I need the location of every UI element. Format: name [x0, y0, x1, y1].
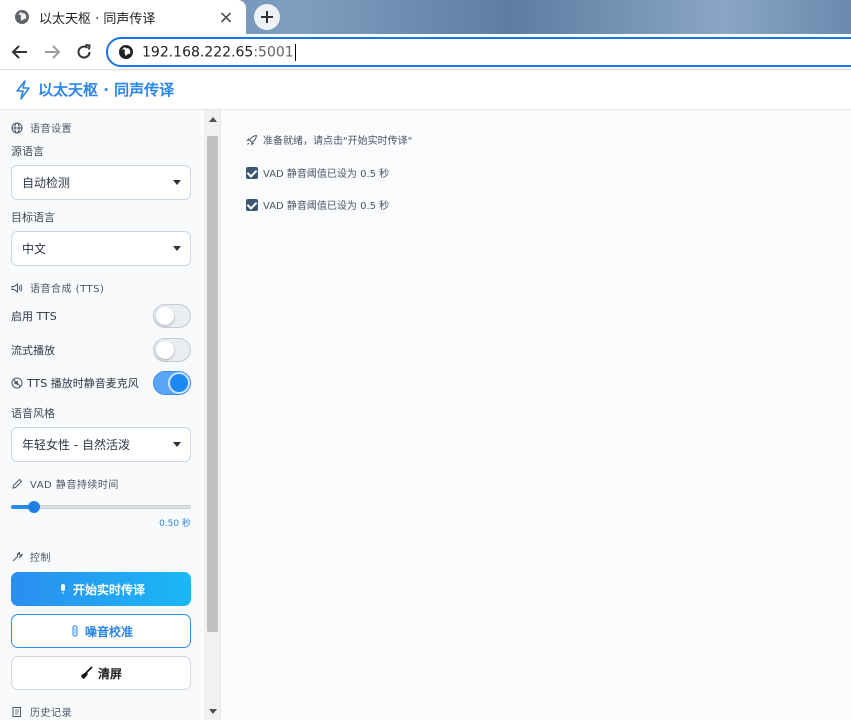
app-title: 以太天枢 · 同声传译	[38, 81, 175, 99]
mute-mic-label-wrap: TTS 播放时静音麦克风	[11, 375, 153, 391]
caret-down-icon	[173, 246, 181, 251]
rocket-icon	[246, 134, 258, 146]
status-message: 准备就绪，请点击"开始实时传译"	[246, 132, 412, 147]
reload-icon	[77, 44, 91, 59]
checkbox-checked-icon	[246, 166, 258, 179]
mute-mic-label: TTS 播放时静音麦克风	[27, 377, 139, 390]
arrow-left-icon	[11, 45, 27, 59]
globe-icon	[15, 10, 29, 24]
pencil-icon	[12, 478, 23, 489]
source-language-select[interactable]: 自动检测	[11, 165, 191, 200]
scrollbar-thumb[interactable]	[207, 136, 218, 632]
plus-icon	[261, 11, 273, 23]
vad-duration-slider[interactable]	[11, 501, 191, 513]
text-caret	[294, 43, 296, 61]
enable-tts-label: 启用 TTS	[11, 310, 57, 323]
settings-sidebar: 语音设置 源语言 自动检测 目标语言 中文 语音合成 (TTS) 启用 TTS …	[0, 110, 204, 720]
enable-tts-toggle[interactable]	[153, 304, 191, 328]
mute-icon	[11, 377, 23, 389]
thermometer-icon	[72, 625, 78, 637]
noise-calibration-button[interactable]: 噪音校准	[11, 614, 191, 648]
history-section-label: 历史记录	[30, 708, 72, 719]
transcript-panel: 准备就绪，请点击"开始实时传译" VAD 静音阈值已设为 0.5 秒 VAD 静…	[222, 110, 851, 720]
lightning-icon	[16, 79, 30, 100]
vad-section-label: VAD 静音持续时间	[30, 480, 119, 491]
browser-tab[interactable]: 以太天枢 · 同声传译 ×	[0, 0, 246, 34]
language-section-heading: 语音设置	[11, 120, 72, 135]
back-button[interactable]	[8, 40, 32, 64]
globe-icon	[11, 122, 23, 133]
log-entry: VAD 静音阈值已设为 0.5 秒	[246, 197, 389, 212]
new-tab-button[interactable]	[254, 4, 280, 30]
mute-mic-row: TTS 播放时静音麦克风	[11, 370, 191, 396]
log-entry-text: VAD 静音阈值已设为 0.5 秒	[263, 201, 390, 212]
noise-calibration-label: 噪音校准	[84, 624, 133, 639]
speaker-icon	[11, 282, 23, 293]
url-text: 192.168.222.65:5001	[142, 43, 296, 61]
stream-playback-toggle[interactable]	[153, 338, 191, 362]
scroll-up-arrow-icon[interactable]	[204, 110, 221, 127]
globe-icon	[119, 45, 133, 59]
voice-style-value: 年轻女性 - 自然活泼	[22, 438, 130, 452]
source-language-value: 自动检测	[22, 176, 71, 190]
target-language-value: 中文	[22, 242, 47, 256]
voice-style-label: 语音风格	[11, 407, 55, 420]
wrench-icon	[12, 551, 23, 561]
vad-duration-value: 0.50 秒	[159, 519, 191, 529]
control-section-label: 控制	[30, 553, 51, 564]
vad-section-heading: VAD 静音持续时间	[11, 476, 119, 491]
toggle-knob	[156, 307, 174, 325]
url-host: 192.168.222.65	[142, 44, 254, 60]
target-language-label: 目标语言	[11, 211, 55, 224]
start-interpretation-label: 开始实时传译	[72, 582, 145, 597]
browser-toolbar: 192.168.222.65:5001	[0, 34, 851, 70]
enable-tts-row: 启用 TTS	[11, 303, 191, 329]
log-entry-text: VAD 静音阈值已设为 0.5 秒	[263, 169, 390, 180]
mute-mic-toggle[interactable]	[153, 371, 191, 395]
source-language-label: 源语言	[11, 145, 44, 158]
clear-screen-button[interactable]: 清屏	[11, 656, 191, 690]
stream-playback-row: 流式播放	[11, 337, 191, 363]
tab-close-icon[interactable]: ×	[214, 5, 238, 29]
scroll-down-arrow-icon[interactable]	[204, 703, 221, 720]
tts-section-heading: 语音合成 (TTS)	[11, 280, 104, 295]
scroll-icon	[12, 706, 21, 717]
sidebar-scrollbar[interactable]	[204, 110, 221, 720]
forward-button[interactable]	[40, 40, 64, 64]
app-header: 以太天枢 · 同声传译	[0, 70, 851, 110]
arrow-right-icon	[45, 45, 61, 59]
toggle-knob	[170, 374, 188, 392]
broom-icon	[80, 666, 93, 679]
control-section-heading: 控制	[11, 549, 51, 564]
slider-thumb[interactable]	[27, 501, 40, 513]
status-text: 准备就绪，请点击"开始实时传译"	[263, 136, 413, 147]
reload-button[interactable]	[72, 40, 96, 64]
voice-style-select[interactable]: 年轻女性 - 自然活泼	[11, 427, 191, 462]
tab-title: 以太天枢 · 同声传译	[39, 11, 156, 27]
log-entry: VAD 静音阈值已设为 0.5 秒	[246, 165, 389, 180]
target-language-select[interactable]: 中文	[11, 231, 191, 266]
start-interpretation-button[interactable]: 开始实时传译	[11, 572, 191, 606]
tts-section-label: 语音合成 (TTS)	[30, 284, 105, 295]
browser-tab-strip: 以太天枢 · 同声传译 ×	[0, 0, 851, 34]
address-bar[interactable]: 192.168.222.65:5001	[106, 37, 851, 67]
caret-down-icon	[173, 180, 181, 185]
microphone-icon	[60, 584, 65, 594]
toggle-knob	[156, 341, 174, 359]
clear-screen-label: 清屏	[97, 666, 122, 681]
language-section-label: 语音设置	[30, 124, 72, 135]
history-section-heading: 历史记录	[11, 704, 72, 719]
caret-down-icon	[173, 442, 181, 447]
stream-playback-label: 流式播放	[11, 344, 55, 357]
url-port: :5001	[253, 44, 294, 60]
checkbox-checked-icon	[246, 198, 258, 211]
